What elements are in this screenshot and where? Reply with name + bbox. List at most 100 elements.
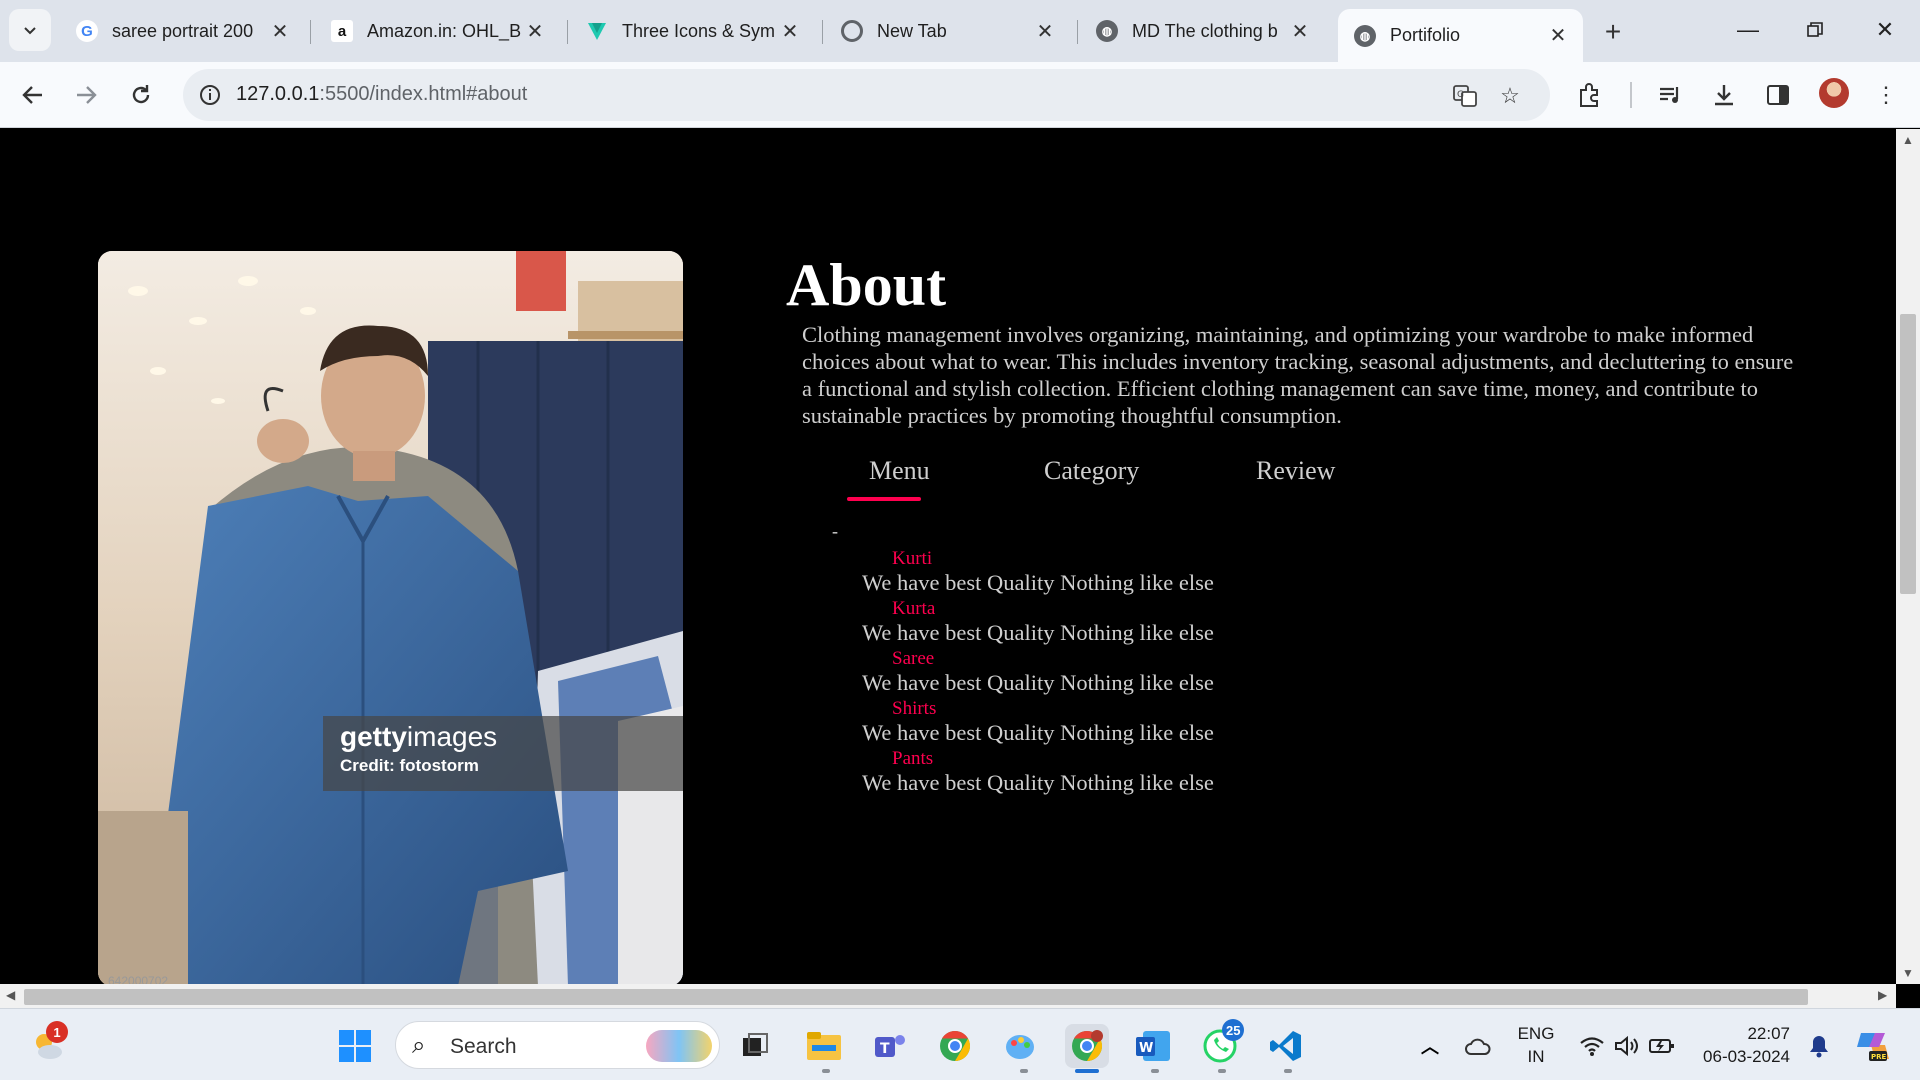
restore-icon — [1807, 22, 1823, 37]
browser-tab[interactable]: Three Icons & Sym ✕ — [570, 9, 815, 53]
teams-icon[interactable]: T — [868, 1024, 912, 1068]
google-icon: G — [76, 20, 98, 42]
page-viewport: gettyimages Credit: fotostorm 642000702 … — [0, 129, 1896, 984]
forward-button[interactable] — [66, 75, 106, 115]
scroll-right-icon[interactable]: ▶ — [1878, 988, 1887, 1002]
list-item: Shirts We have best Quality Nothing like… — [862, 699, 1214, 746]
horizontal-scroll-thumb[interactable] — [24, 989, 1808, 1005]
search-icon: ⌕ — [412, 1032, 426, 1059]
copilot-icon[interactable]: PRE — [1851, 1024, 1895, 1068]
media-control-icon[interactable] — [1653, 78, 1687, 112]
tab-title: saree portrait 200 — [112, 20, 254, 41]
tab-title: New Tab — [877, 20, 947, 41]
vertical-scroll-thumb[interactable] — [1900, 314, 1916, 594]
new-tab-button[interactable]: + — [1597, 16, 1629, 48]
globe-icon: ◍ — [1096, 20, 1118, 42]
search-placeholder: Search — [450, 1035, 517, 1058]
word-icon[interactable]: W — [1131, 1024, 1175, 1068]
search-highlight-art — [646, 1030, 712, 1062]
chrome-icon — [841, 20, 863, 42]
onedrive-icon[interactable] — [1456, 1024, 1500, 1068]
item-description: We have best Quality Nothing like else — [862, 670, 1214, 695]
tab-divider — [1077, 20, 1078, 44]
site-info-icon[interactable] — [195, 80, 225, 110]
minimize-button[interactable]: — — [1723, 12, 1773, 48]
active-app-indicator — [1075, 1069, 1099, 1073]
back-button[interactable] — [13, 75, 53, 115]
url-text[interactable]: 127.0.0.1:5500/index.html#about — [236, 83, 527, 106]
task-view-icon[interactable] — [733, 1024, 777, 1068]
browser-tab[interactable]: G saree portrait 200 ✕ — [60, 9, 305, 53]
clock-date[interactable]: 06-03-2024 — [1690, 1047, 1790, 1067]
browser-tab[interactable]: New Tab ✕ — [825, 9, 1070, 53]
notification-bell-icon[interactable] — [1797, 1024, 1841, 1068]
browser-tab-active[interactable]: ◍ Portifolio ✕ — [1338, 9, 1583, 62]
scroll-down-icon[interactable]: ▼ — [1902, 966, 1914, 980]
scroll-up-icon[interactable]: ▲ — [1902, 133, 1914, 147]
watermark-logo-part: getty — [340, 721, 407, 752]
watermark-credit: Credit: fotostorm — [340, 756, 479, 775]
tab-title: MD The clothing b — [1132, 20, 1278, 41]
horizontal-scrollbar[interactable]: ◀ ▶ — [0, 984, 1896, 1008]
svg-text:T: T — [880, 1041, 890, 1057]
list-marker: - — [832, 521, 838, 541]
chevron-up-icon[interactable]: ︿ — [1408, 1024, 1452, 1068]
language-code[interactable]: ENG — [1512, 1024, 1560, 1044]
address-bar[interactable]: 127.0.0.1:5500/index.html#about G ☆ — [183, 69, 1550, 121]
translate-icon[interactable]: G — [1450, 81, 1480, 111]
item-title: Pants — [892, 748, 934, 769]
clock-time[interactable]: 22:07 — [1690, 1024, 1790, 1044]
tab-search-button[interactable] — [9, 9, 51, 51]
downloads-icon[interactable] — [1707, 78, 1741, 112]
side-panel-icon[interactable] — [1761, 78, 1795, 112]
browser-tab[interactable]: a Amazon.in: OHL_B ✕ — [315, 9, 560, 53]
close-window-button[interactable]: ✕ — [1860, 12, 1910, 48]
close-tab-icon[interactable]: ✕ — [1289, 20, 1311, 43]
scroll-left-icon[interactable]: ◀ — [6, 988, 15, 1002]
item-description: We have best Quality Nothing like else — [862, 720, 1214, 745]
weather-badge: 1 — [46, 1021, 68, 1043]
profile-avatar[interactable] — [1819, 78, 1849, 108]
reload-icon — [132, 85, 150, 104]
svg-text:G: G — [1457, 90, 1464, 100]
vertical-scrollbar[interactable]: ▲ ▼ — [1896, 129, 1920, 984]
tab-title: Portifolio — [1390, 25, 1461, 45]
reload-button[interactable] — [121, 75, 161, 115]
vuetify-icon — [586, 20, 608, 42]
bookmark-star-icon[interactable]: ☆ — [1495, 81, 1525, 111]
language-region[interactable]: IN — [1512, 1047, 1560, 1067]
kebab-menu-icon[interactable]: ⋮ — [1869, 78, 1903, 112]
file-explorer-icon[interactable] — [802, 1024, 846, 1068]
extensions-icon[interactable] — [1573, 78, 1607, 112]
amazon-icon: a — [331, 20, 353, 42]
tab-review[interactable]: Review — [1256, 456, 1335, 486]
url-path: :5500/index.html#about — [319, 83, 528, 105]
tab-category[interactable]: Category — [1044, 456, 1139, 486]
taskbar-search-box[interactable]: ⌕ Search — [395, 1021, 720, 1069]
close-tab-icon[interactable]: ✕ — [524, 20, 546, 43]
close-tab-icon[interactable]: ✕ — [269, 20, 291, 43]
paint-icon[interactable] — [998, 1024, 1042, 1068]
running-indicator — [1151, 1069, 1159, 1073]
list-item: Pants We have best Quality Nothing like … — [862, 749, 1214, 796]
close-tab-icon[interactable]: ✕ — [1547, 25, 1569, 47]
about-heading: About — [786, 252, 947, 318]
tab-title: Amazon.in: OHL_B — [367, 20, 522, 41]
man-holding-shirt-photo — [98, 251, 683, 984]
tab-menu[interactable]: Menu — [869, 456, 930, 486]
item-description: We have best Quality Nothing like else — [862, 570, 1214, 595]
restore-button[interactable] — [1790, 12, 1840, 48]
list-item: Kurti We have best Quality Nothing like … — [862, 549, 1214, 596]
close-tab-icon[interactable]: ✕ — [1034, 20, 1056, 43]
running-indicator — [822, 1069, 830, 1073]
tab-title: Three Icons & Sym — [622, 20, 776, 41]
chrome-icon[interactable] — [933, 1024, 977, 1068]
close-tab-icon[interactable]: ✕ — [779, 20, 801, 43]
vscode-icon[interactable] — [1264, 1024, 1308, 1068]
arrow-right-icon — [77, 86, 97, 104]
battery-icon[interactable] — [1640, 1024, 1684, 1068]
chrome-profile-icon[interactable] — [1065, 1024, 1109, 1068]
item-description: We have best Quality Nothing like else — [862, 770, 1214, 795]
browser-tab[interactable]: ◍ MD The clothing b ✕ — [1080, 9, 1325, 53]
windows-start-icon[interactable] — [333, 1024, 377, 1068]
